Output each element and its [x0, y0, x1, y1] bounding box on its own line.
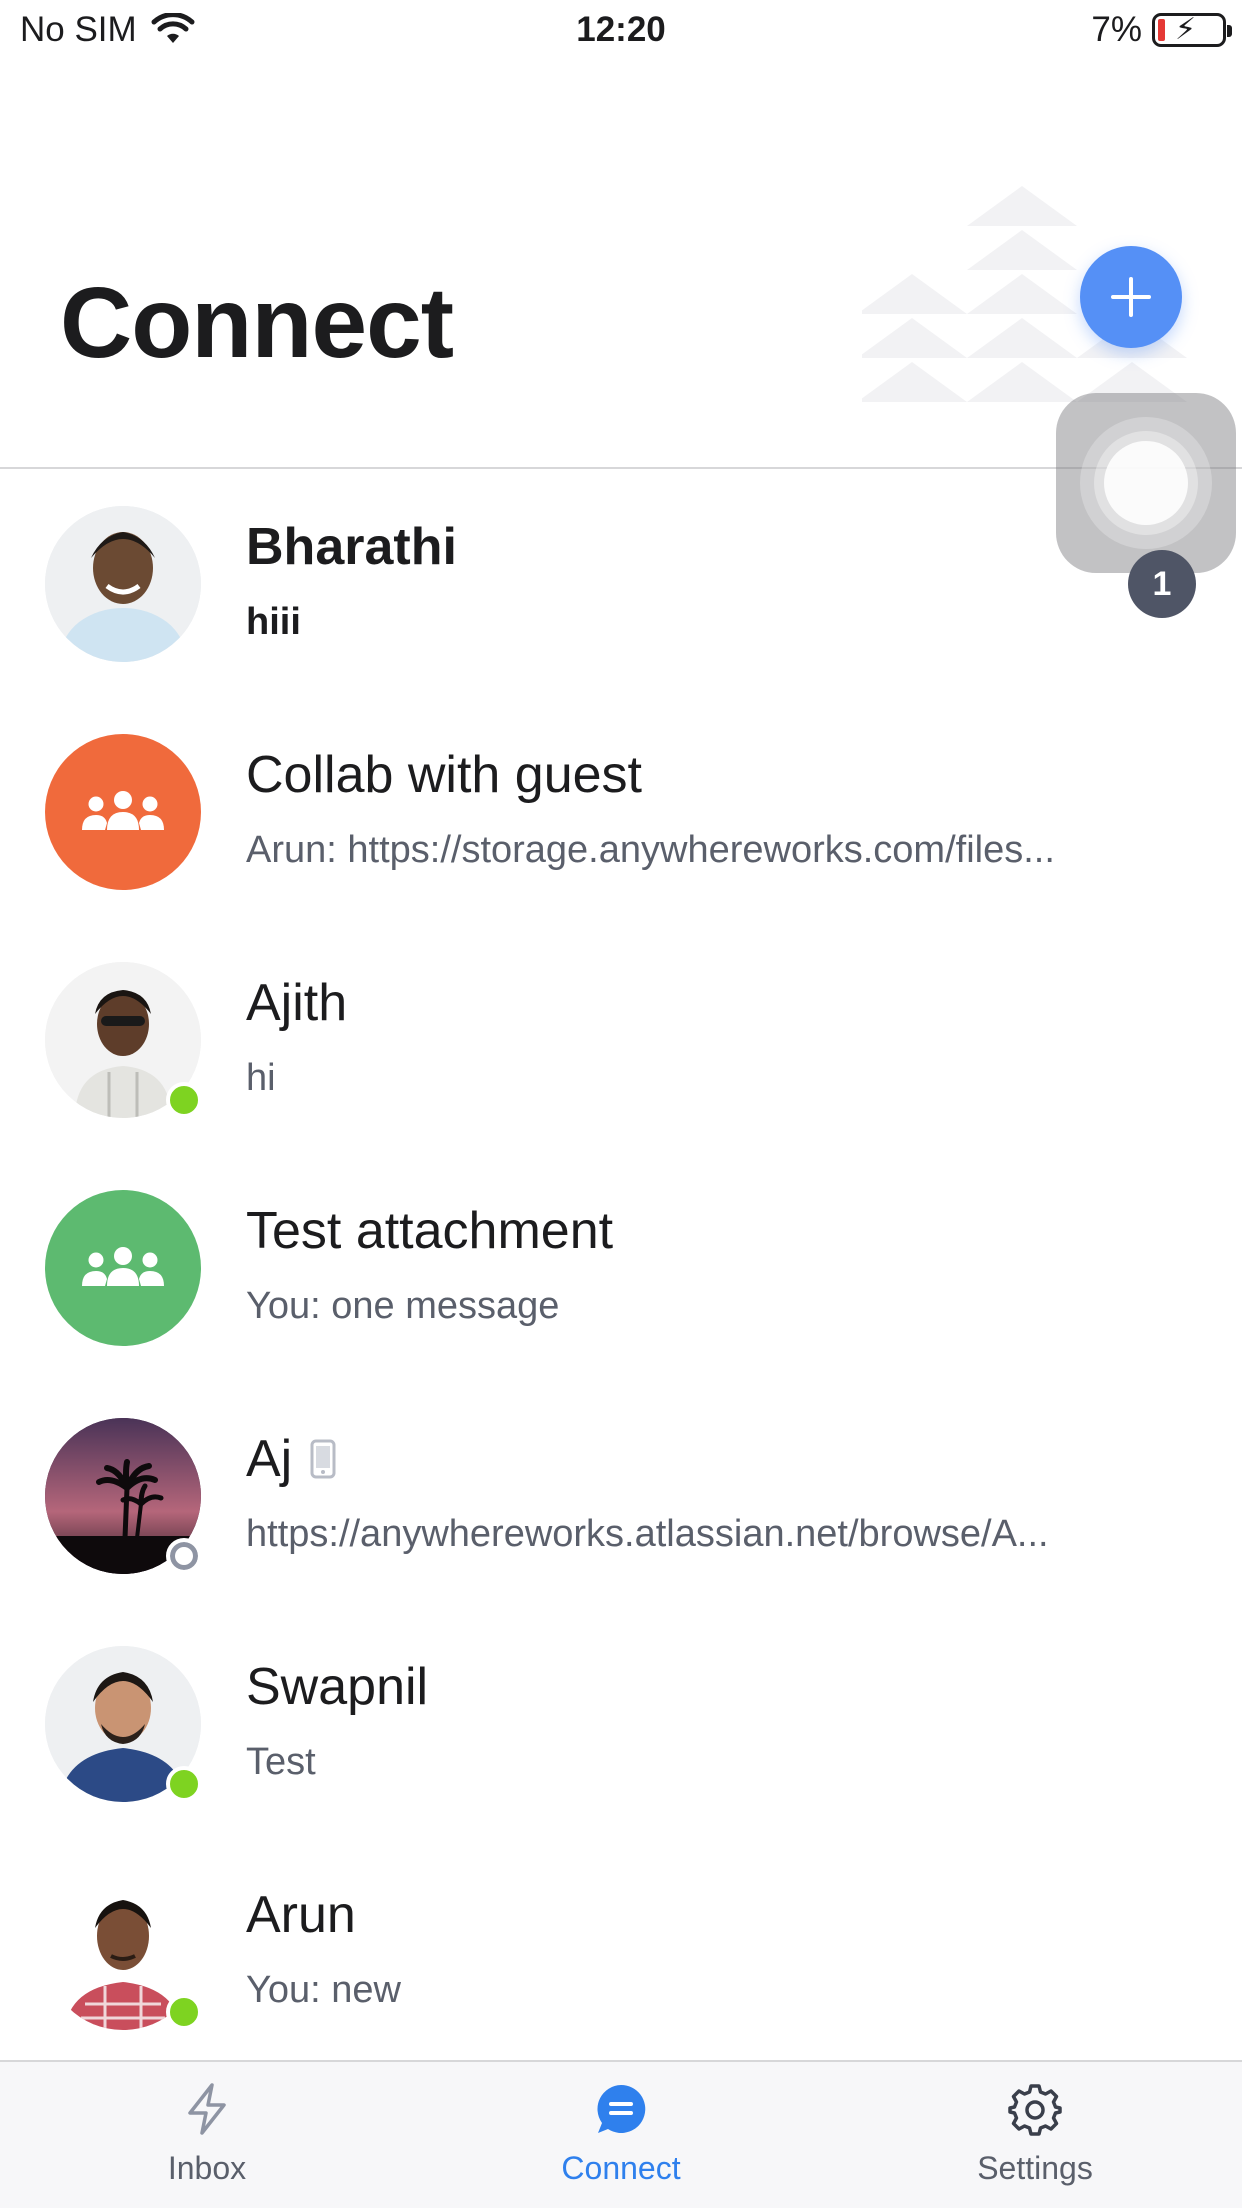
conversation-preview: You: new: [246, 1969, 401, 2011]
conversation-name-text: Swapnil: [246, 1658, 429, 1716]
battery-percent: 7%: [1091, 10, 1142, 49]
conversation-item-ajith[interactable]: Ajith hi: [0, 925, 1242, 1153]
conversation-name: Bharathi: [246, 517, 457, 577]
online-status-indicator: [166, 1766, 202, 1802]
online-status-indicator: [166, 1082, 202, 1118]
conversation-preview: hi: [246, 1057, 276, 1099]
group-icon: [82, 791, 164, 830]
person-photo-icon: [45, 506, 201, 662]
header: Connect: [0, 66, 1242, 468]
conversation-item-collab-with-guest[interactable]: Collab with guest Arun: https://storage.…: [0, 697, 1242, 925]
conversation-preview: Test: [246, 1741, 316, 1783]
conversation-name-text: Ajith: [246, 974, 348, 1032]
conversation-name: Aj: [246, 1429, 336, 1489]
online-status-indicator: [166, 1994, 202, 2030]
conversation-name-text: Test attachment: [246, 1202, 614, 1260]
conversation-name-text: Aj: [246, 1430, 293, 1488]
tab-label: Inbox: [167, 2150, 247, 2186]
conversation-name: Arun: [246, 1885, 356, 1945]
group-avatar: [45, 734, 201, 890]
tab-connect[interactable]: Connect: [414, 2062, 828, 2208]
conversation-item-test-attachment[interactable]: Test attachment You: one message: [0, 1153, 1242, 1381]
tab-settings[interactable]: Settings: [828, 2062, 1242, 2208]
chat-icon: [597, 2084, 646, 2133]
plus-icon: [1111, 277, 1151, 317]
gear-icon: [1008, 2084, 1062, 2136]
conversation-item-arun[interactable]: Arun You: new: [0, 1837, 1242, 2065]
group-icon: [82, 1247, 164, 1286]
page-title: Connect: [60, 267, 454, 379]
status-bar: No SIM 12:20 7% ⚡: [0, 0, 1242, 66]
notification-count-badge: 1: [1128, 550, 1196, 618]
conversation-preview: Arun: https://storage.anywhereworks.com/…: [246, 829, 1055, 871]
conversation-name: Swapnil: [246, 1657, 428, 1717]
offline-status-indicator: [166, 1538, 202, 1574]
mobile-icon: [310, 1439, 336, 1479]
new-conversation-button[interactable]: [1080, 246, 1182, 348]
tab-bar: Inbox Connect Settings: [0, 2060, 1242, 2208]
conversation-preview: https://anywhereworks.atlassian.net/brow…: [246, 1513, 1049, 1555]
conversation-name: Ajith: [246, 973, 347, 1033]
battery-icon: ⚡: [1152, 13, 1232, 47]
conversation-name: Collab with guest: [246, 745, 642, 805]
conversation-item-swapnil[interactable]: Swapnil Test: [0, 1609, 1242, 1837]
tab-label: Settings: [977, 2150, 1093, 2186]
assistive-touch-button[interactable]: [1056, 393, 1236, 573]
clock: 12:20: [576, 10, 666, 49]
conversation-preview: You: one message: [246, 1285, 560, 1327]
conversation-item-aj[interactable]: Aj https://anywhereworks.atlassian.net/b…: [0, 1381, 1242, 1609]
tab-inbox[interactable]: Inbox: [0, 2062, 414, 2208]
battery-group: 7% ⚡: [1091, 10, 1232, 50]
conversation-preview: hiii: [246, 601, 301, 643]
conversation-name-text: Bharathi: [246, 518, 457, 576]
conversation-name-text: Arun: [246, 1886, 356, 1944]
tab-label: Connect: [561, 2150, 681, 2186]
avatar: [45, 506, 201, 662]
conversation-name-text: Collab with guest: [246, 746, 642, 804]
conversation-name: Test attachment: [246, 1201, 613, 1261]
bolt-icon: [188, 2083, 226, 2135]
group-avatar: [45, 1190, 201, 1346]
